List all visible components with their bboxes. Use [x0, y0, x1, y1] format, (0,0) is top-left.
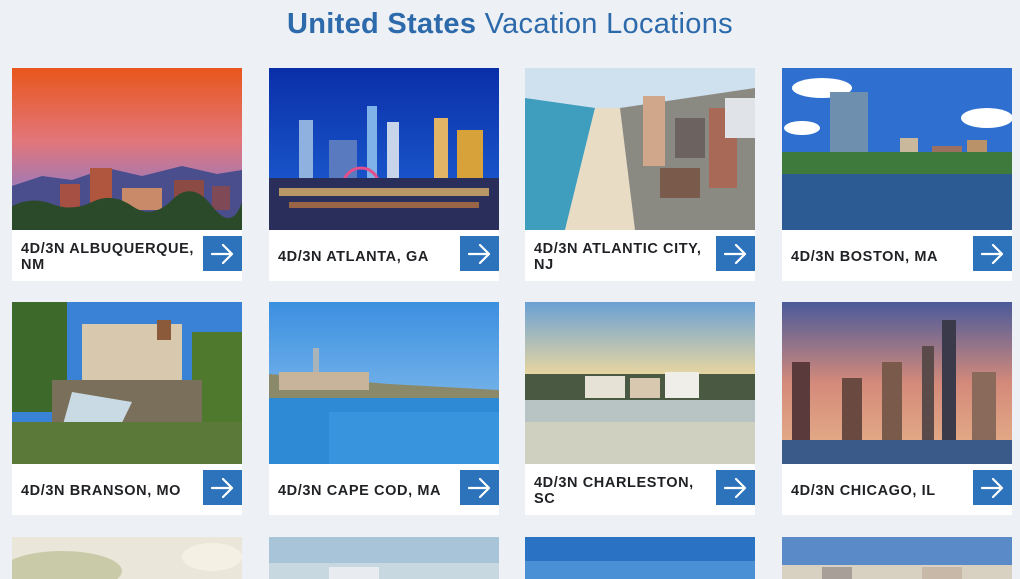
location-photo-partial[interactable]	[782, 537, 1012, 579]
view-location-button[interactable]	[460, 470, 499, 505]
arrow-right-icon	[467, 477, 490, 498]
location-photo-albuquerque[interactable]	[12, 68, 242, 230]
arrow-right-icon	[980, 243, 1003, 264]
view-location-button[interactable]	[973, 236, 1012, 271]
view-location-button[interactable]	[460, 236, 499, 271]
view-location-button[interactable]	[203, 470, 242, 505]
arrow-right-icon	[210, 243, 233, 264]
location-photo-cape-cod[interactable]	[269, 302, 499, 464]
location-card-partial[interactable]	[525, 537, 755, 579]
location-card-cape-cod[interactable]: 4D/3N CAPE COD, MA	[269, 302, 499, 515]
location-photo-atlantic-city[interactable]	[525, 68, 755, 230]
view-location-button[interactable]	[203, 236, 242, 271]
view-location-button[interactable]	[716, 236, 755, 271]
location-card-albuquerque[interactable]: 4D/3N ALBUQUERQUE, NM	[12, 68, 242, 281]
location-photo-chicago[interactable]	[782, 302, 1012, 464]
page-title: United States Vacation Locations	[0, 8, 1020, 41]
location-card-atlanta[interactable]: 4D/3N ATLANTA, GA	[269, 68, 499, 281]
location-card-atlantic-city[interactable]: 4D/3N ATLANTIC CITY, NJ	[525, 68, 755, 281]
location-label: 4D/3N ALBUQUERQUE, NM	[21, 241, 195, 273]
location-label: 4D/3N CAPE COD, MA	[278, 483, 442, 499]
location-card-partial[interactable]	[782, 537, 1012, 579]
view-location-button[interactable]	[716, 470, 755, 505]
location-label: 4D/3N BOSTON, MA	[791, 249, 939, 265]
location-photo-charleston[interactable]	[525, 302, 755, 464]
page-title-light: Vacation Locations	[484, 8, 733, 40]
location-label: 4D/3N CHARLESTON, SC	[534, 475, 694, 507]
location-photo-partial[interactable]	[269, 537, 499, 579]
arrow-right-icon	[980, 477, 1003, 498]
view-location-button[interactable]	[973, 470, 1012, 505]
arrow-right-icon	[210, 477, 233, 498]
location-label: 4D/3N BRANSON, MO	[21, 483, 182, 499]
location-label: 4D/3N ATLANTA, GA	[278, 249, 429, 265]
location-label: 4D/3N CHICAGO, IL	[791, 483, 936, 499]
location-card-partial[interactable]	[269, 537, 499, 579]
location-photo-atlanta[interactable]	[269, 68, 499, 230]
location-card-boston[interactable]: 4D/3N BOSTON, MA	[782, 68, 1012, 281]
page-title-bold: United States	[287, 8, 477, 40]
arrow-right-icon	[467, 243, 490, 264]
arrow-right-icon	[723, 243, 746, 264]
location-card-chicago[interactable]: 4D/3N CHICAGO, IL	[782, 302, 1012, 515]
location-photo-branson[interactable]	[12, 302, 242, 464]
location-photo-partial[interactable]	[525, 537, 755, 579]
location-label: 4D/3N ATLANTIC CITY, NJ	[534, 241, 702, 273]
location-card-charleston[interactable]: 4D/3N CHARLESTON, SC	[525, 302, 755, 515]
arrow-right-icon	[723, 477, 746, 498]
location-photo-partial[interactable]	[12, 537, 242, 579]
location-card-partial[interactable]	[12, 537, 242, 579]
location-card-branson[interactable]: 4D/3N BRANSON, MO	[12, 302, 242, 515]
location-photo-boston[interactable]	[782, 68, 1012, 230]
